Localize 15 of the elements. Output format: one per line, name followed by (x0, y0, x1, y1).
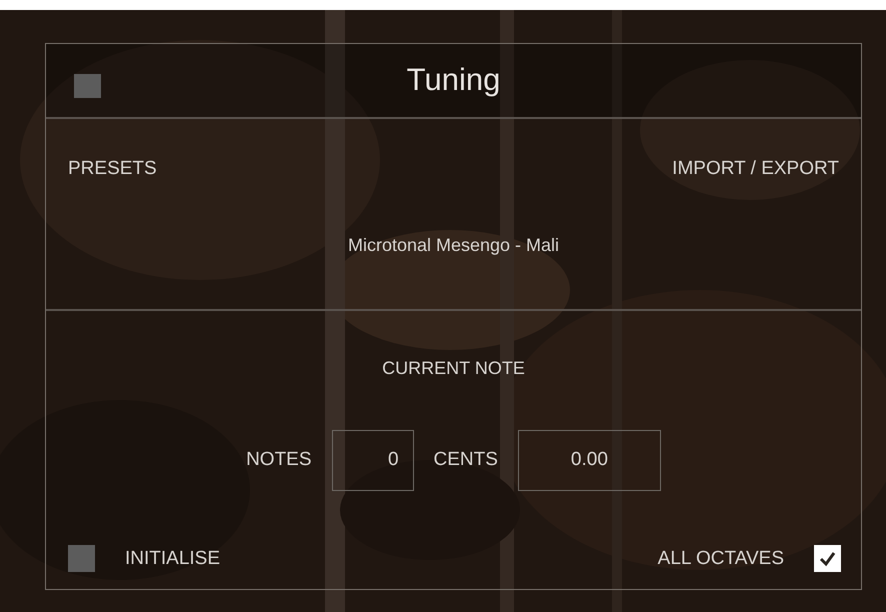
checkbox[interactable] (814, 545, 841, 572)
section-title: CURRENT NOTE (382, 357, 525, 380)
field-label: CENTS (434, 448, 498, 472)
number-field[interactable]: 0.00 (518, 430, 661, 491)
checkbox-label: INITIALISE (125, 546, 220, 570)
preset-name: Microtonal Mesengo - Mali (346, 234, 560, 257)
checkbox[interactable] (68, 545, 95, 572)
field-label: NOTES (246, 448, 312, 472)
presets-button[interactable]: PRESETS (68, 155, 157, 184)
check-icon (818, 549, 837, 568)
number-field[interactable]: 0 (332, 430, 414, 491)
checkbox-label: ALL OCTAVES (658, 546, 784, 570)
enable-toggle[interactable] (74, 74, 101, 98)
import-export-button[interactable]: IMPORT / EXPORT (672, 155, 839, 184)
panel-title: Tuning (406, 61, 500, 100)
